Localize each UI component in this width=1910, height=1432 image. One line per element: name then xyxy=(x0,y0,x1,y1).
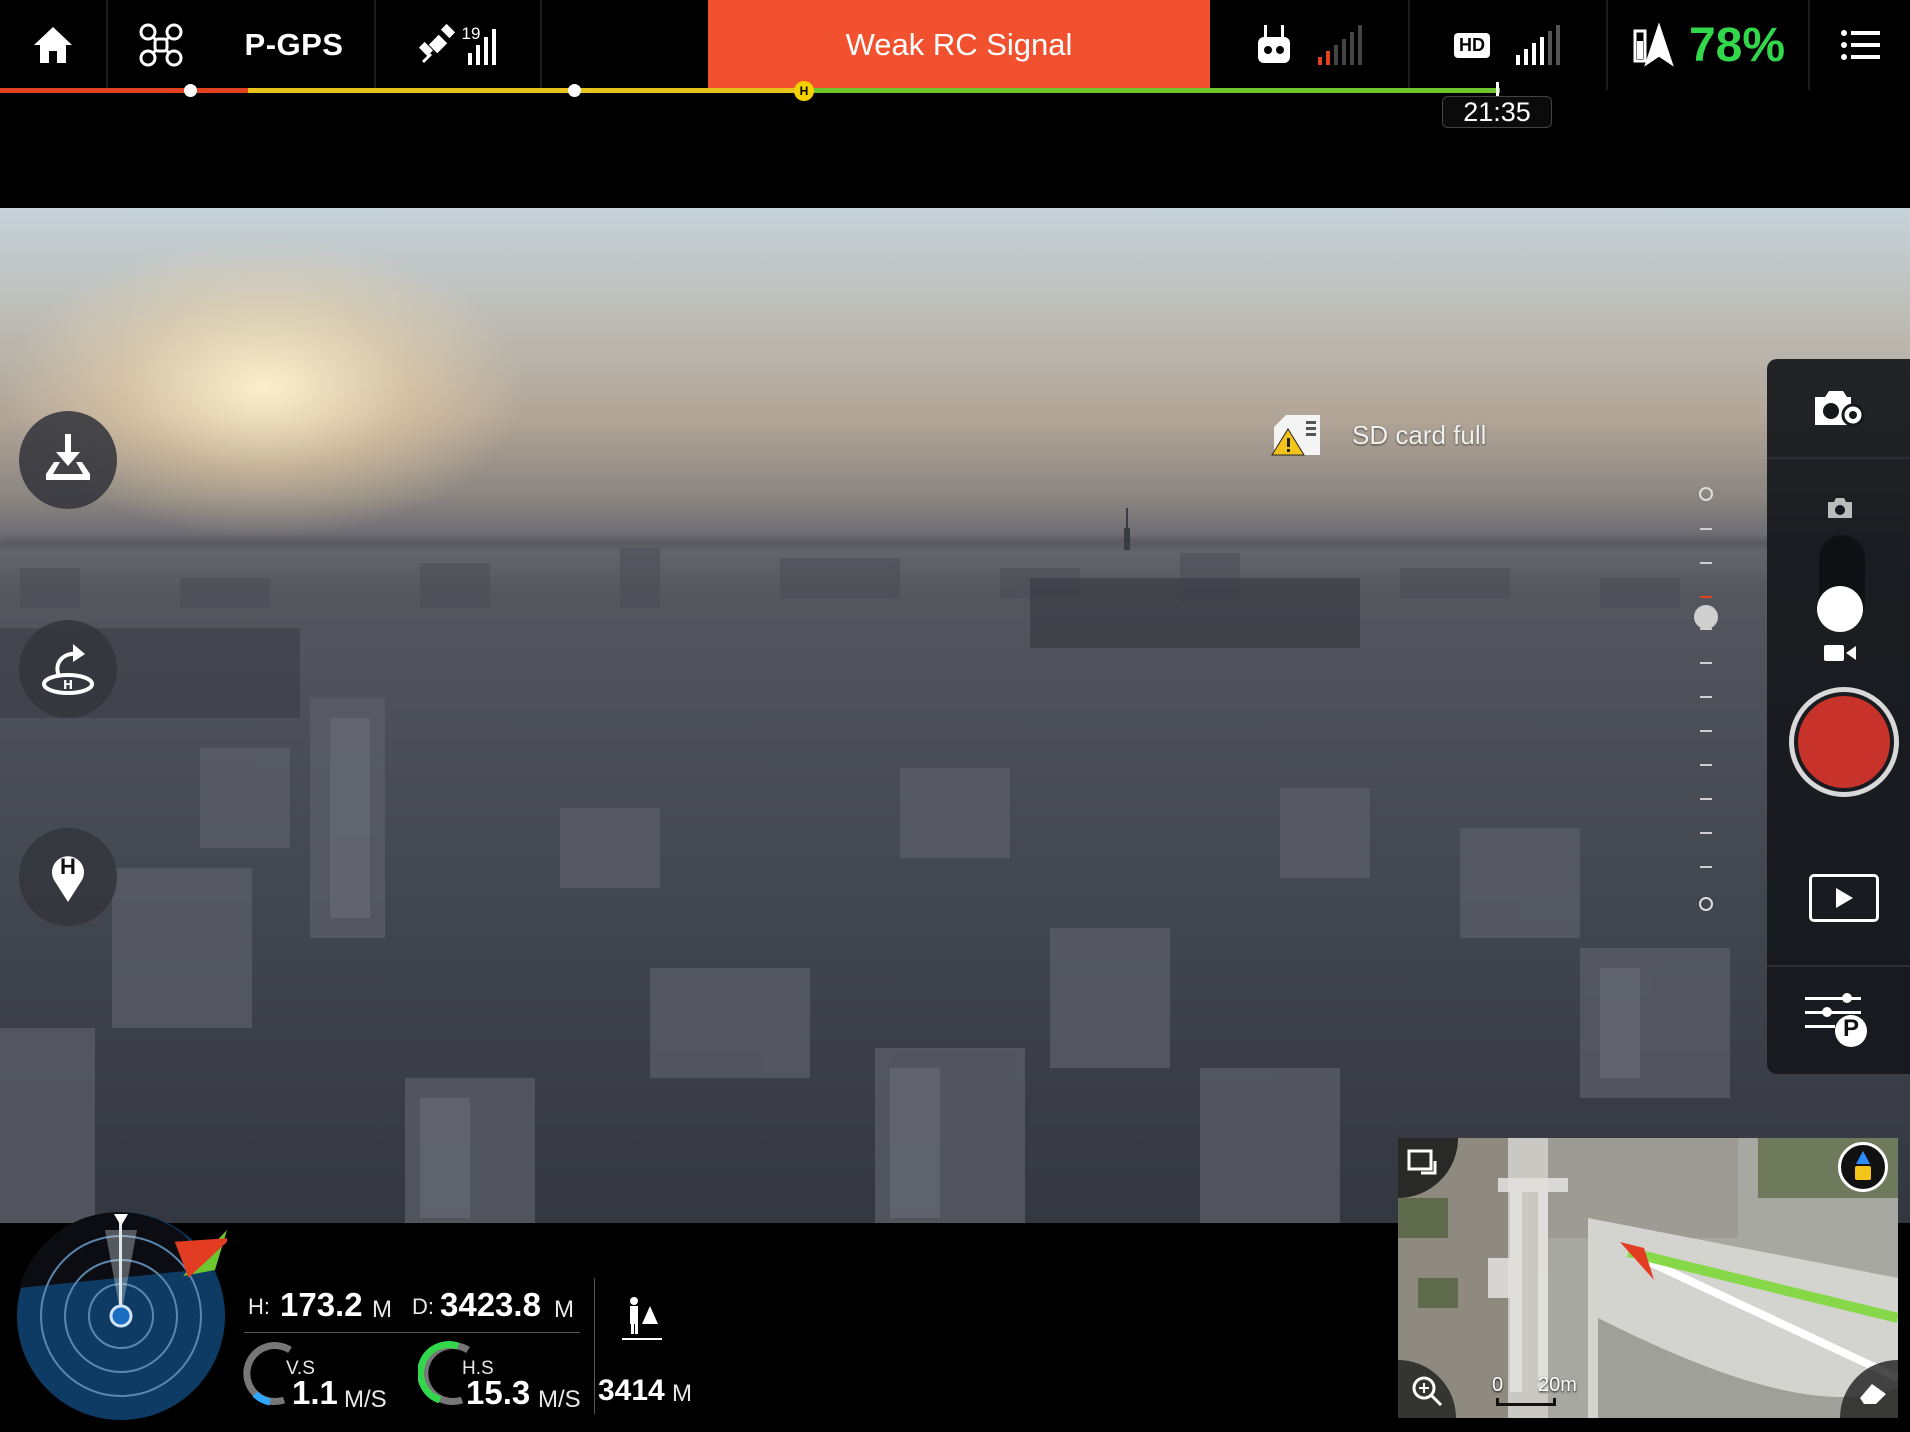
camera-params-label: P xyxy=(1842,1015,1859,1042)
telemetry-divider xyxy=(244,1332,580,1333)
camera-params-button[interactable]: P xyxy=(1805,989,1877,1049)
distance-label: D: xyxy=(412,1294,434,1319)
map-orientation-button[interactable] xyxy=(1838,1142,1888,1192)
remote-controller-icon xyxy=(1258,25,1290,63)
compass-lock-icon xyxy=(1855,1151,1871,1180)
gps-signal-bars xyxy=(468,29,497,65)
video-icon xyxy=(1824,645,1856,661)
home-progress-marker: H xyxy=(794,81,814,101)
satellite-icon xyxy=(418,23,455,63)
camera-control-panel: P xyxy=(1767,359,1910,1074)
rc-signal-bars xyxy=(1318,25,1362,65)
map-scale-label: 20m xyxy=(1538,1374,1577,1396)
gps-status-button[interactable]: 19 xyxy=(376,0,540,90)
home-point-label: H xyxy=(60,854,76,879)
sd-card-warning: SD card full xyxy=(1268,413,1486,457)
playback-icon xyxy=(1836,888,1853,908)
mini-map[interactable]: 0 20m xyxy=(1398,1138,1898,1418)
vs-value: 1.1 xyxy=(292,1374,338,1411)
menu-button[interactable] xyxy=(1810,0,1910,90)
eraser-icon xyxy=(1860,1384,1886,1404)
flight-time-remaining: 21:35 xyxy=(1442,96,1552,128)
battery-icon xyxy=(1633,23,1674,67)
sd-card-warning-text: SD card full xyxy=(1352,419,1487,450)
vs-unit: M/S xyxy=(344,1386,387,1413)
map-imagery xyxy=(1398,1138,1898,1418)
expand-icon xyxy=(1407,1149,1437,1175)
svg-text:H: H xyxy=(63,678,73,692)
pilot-distance-value: 3414 xyxy=(598,1374,665,1407)
pilot-distance-unit: M xyxy=(672,1380,692,1407)
auto-takeoff-button[interactable] xyxy=(19,411,117,509)
gimbal-pitch-slider[interactable] xyxy=(1690,484,1722,914)
home-point-button[interactable]: H xyxy=(19,828,117,926)
video-link-button[interactable]: HD xyxy=(1410,0,1606,90)
weak-rc-signal-alert[interactable]: Weak RC Signal xyxy=(708,0,1210,90)
photo-icon xyxy=(1828,498,1852,518)
return-home-icon: H xyxy=(42,644,94,695)
battery-percent: 78% xyxy=(1688,18,1786,72)
map-scale-zero: 0 xyxy=(1492,1374,1504,1396)
flight-telemetry: H: 173.2 M D: 3423.8 M V.S 1.1 M/S H.S 1… xyxy=(236,1276,708,1418)
home-button[interactable] xyxy=(0,0,106,90)
battery-distance-line xyxy=(0,88,1500,93)
zoom-in-icon xyxy=(1412,1376,1443,1407)
height-unit: M xyxy=(372,1296,392,1323)
top-status-bar: P-GPS 19 Weak RC Signal HD 78% xyxy=(0,0,1910,90)
photo-video-toggle-knob[interactable] xyxy=(1817,586,1863,632)
attitude-radar xyxy=(17,1212,227,1420)
hs-value: 15.3 xyxy=(466,1374,531,1411)
pilot-distance-icon xyxy=(622,1297,662,1340)
return-home-button[interactable]: H xyxy=(19,620,117,718)
record-button[interactable] xyxy=(1789,687,1899,797)
telemetry-divider xyxy=(594,1278,595,1414)
menu-icon xyxy=(1841,30,1880,60)
camera-settings-button[interactable] xyxy=(1809,381,1869,437)
progress-marker xyxy=(568,84,581,97)
camera-settings-icon xyxy=(1815,391,1865,427)
height-label: H: xyxy=(248,1294,270,1319)
rc-signal-button[interactable] xyxy=(1212,0,1408,90)
auto-takeoff-icon xyxy=(46,434,90,480)
aircraft-status-button[interactable] xyxy=(108,0,214,90)
battery-button[interactable]: 78% xyxy=(1608,0,1808,90)
progress-marker xyxy=(184,84,197,97)
flight-mode-label: P-GPS xyxy=(244,27,344,62)
distance-unit: M xyxy=(554,1296,574,1323)
hd-signal-bars xyxy=(1516,25,1560,65)
city-buildings xyxy=(0,548,1730,1223)
hd-badge: HD xyxy=(1454,32,1490,58)
home-icon xyxy=(34,27,72,63)
playback-button[interactable] xyxy=(1809,874,1879,922)
aircraft-icon xyxy=(139,23,183,67)
sd-card-warning-icon xyxy=(1271,415,1320,456)
camera-feed[interactable]: SD card full H H xyxy=(0,208,1910,1223)
hs-unit: M/S xyxy=(538,1386,581,1413)
distance-value: 3423.8 xyxy=(440,1286,541,1323)
map-scale-bar xyxy=(1496,1398,1556,1406)
height-value: 173.2 xyxy=(280,1286,363,1323)
